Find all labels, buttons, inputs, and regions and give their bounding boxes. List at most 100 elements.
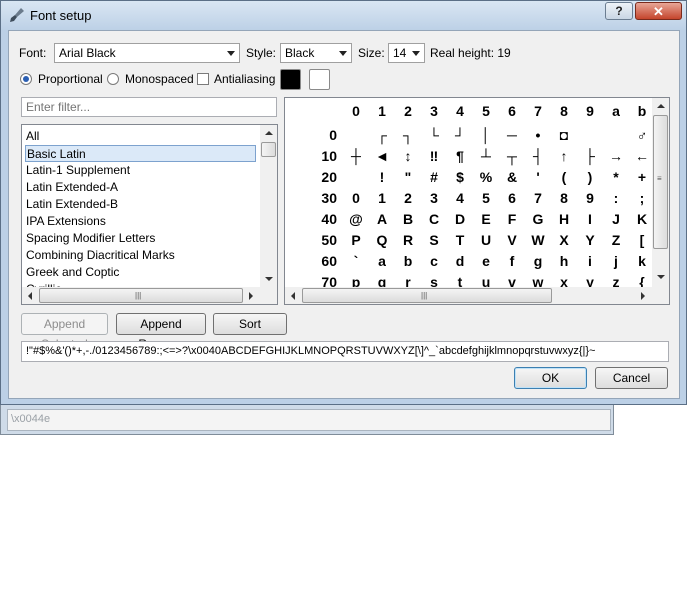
char-cell[interactable]: V xyxy=(500,232,524,252)
antialiasing-label[interactable]: Antialiasing xyxy=(214,72,275,86)
scroll-down-icon[interactable] xyxy=(265,277,273,281)
char-cell[interactable]: H xyxy=(552,211,576,231)
block-list-item[interactable]: Latin Extended-A xyxy=(25,179,256,196)
char-cell[interactable]: Z xyxy=(604,232,628,252)
char-cell[interactable]: @ xyxy=(344,211,368,231)
characters-field[interactable]: !"#$%&'()*+,-./0123456789:;<=>?\x0040ABC… xyxy=(21,341,669,362)
char-cell[interactable]: $ xyxy=(448,169,472,189)
proportional-radio[interactable] xyxy=(20,73,32,85)
char-cell[interactable]: ♂ xyxy=(630,127,654,147)
char-cell[interactable]: 8 xyxy=(552,190,576,210)
char-cell[interactable]: A xyxy=(370,211,394,231)
char-cell[interactable]: ↑ xyxy=(552,148,576,168)
char-cell[interactable] xyxy=(578,127,602,147)
block-list-item[interactable]: Combining Diacritical Marks xyxy=(25,247,256,264)
char-cell[interactable]: ┼ xyxy=(344,148,368,168)
char-cell[interactable]: │ xyxy=(474,127,498,147)
block-list-item[interactable]: Greek and Coptic xyxy=(25,264,256,281)
char-cell[interactable]: • xyxy=(526,127,550,147)
list-vertical-scrollbar[interactable] xyxy=(260,125,277,304)
char-cell[interactable]: ├ xyxy=(578,148,602,168)
scroll-up-icon[interactable] xyxy=(265,131,273,135)
char-cell[interactable]: 7 xyxy=(526,190,550,210)
grid-vertical-scrollbar[interactable]: ≡ xyxy=(652,98,669,287)
help-button[interactable]: ? xyxy=(605,2,633,20)
block-list-item[interactable]: Latin-1 Supplement xyxy=(25,162,256,179)
char-cell[interactable]: h xyxy=(552,253,576,273)
list-horizontal-scrollbar[interactable]: ||| xyxy=(22,287,260,304)
char-cell[interactable]: ↕ xyxy=(396,148,420,168)
monospaced-label[interactable]: Monospaced xyxy=(125,72,194,86)
char-cell[interactable]: ' xyxy=(526,169,550,189)
char-cell[interactable]: Y xyxy=(578,232,602,252)
char-cell[interactable]: j xyxy=(604,253,628,273)
monospaced-radio[interactable] xyxy=(107,73,119,85)
cancel-button[interactable]: Cancel xyxy=(595,367,668,389)
char-cell[interactable]: ) xyxy=(578,169,602,189)
scroll-up-icon[interactable] xyxy=(657,104,665,108)
char-cell[interactable]: 2 xyxy=(396,190,420,210)
char-cell[interactable]: i xyxy=(578,253,602,273)
foreground-color-swatch[interactable] xyxy=(280,69,301,90)
char-cell[interactable]: ┐ xyxy=(396,127,420,147)
char-cell[interactable]: b xyxy=(396,253,420,273)
block-list-item[interactable]: Basic Latin xyxy=(25,145,256,162)
block-list-item[interactable]: IPA Extensions xyxy=(25,213,256,230)
char-cell[interactable]: G xyxy=(526,211,550,231)
char-cell[interactable]: 5 xyxy=(474,190,498,210)
char-cell[interactable]: R xyxy=(396,232,420,252)
filter-input[interactable] xyxy=(21,97,277,117)
char-cell[interactable]: ┤ xyxy=(526,148,550,168)
char-cell[interactable] xyxy=(344,169,368,189)
font-combo[interactable]: Arial Black xyxy=(54,43,240,63)
char-cell[interactable]: ◘ xyxy=(552,127,576,147)
ok-button[interactable]: OK xyxy=(514,367,587,389)
char-cell[interactable]: + xyxy=(630,169,654,189)
char-cell[interactable]: f xyxy=(500,253,524,273)
char-cell[interactable]: d xyxy=(448,253,472,273)
char-cell[interactable]: ‼ xyxy=(422,148,446,168)
proportional-label[interactable]: Proportional xyxy=(38,72,103,86)
char-cell[interactable] xyxy=(344,127,368,147)
list-hscroll-thumb[interactable]: ||| xyxy=(39,288,243,303)
scroll-right-icon[interactable] xyxy=(641,292,645,300)
scroll-down-icon[interactable] xyxy=(657,275,665,279)
char-cell[interactable]: : xyxy=(604,190,628,210)
grid-hscroll-thumb[interactable]: ||| xyxy=(302,288,552,303)
character-grid[interactable]: 0 1 2 3 4 5 6 7 8 9 a b 0 ┌ ┐ └ ┘ │ ─ • ◘ ♂ 10 ┼ ◄ ↕ ‼ ¶ ┴ ┬ ┤ ↑ ├ → ← 20! "… xyxy=(284,97,670,305)
scroll-left-icon[interactable] xyxy=(28,292,32,300)
char-cell[interactable]: ─ xyxy=(500,127,524,147)
char-cell[interactable]: S xyxy=(422,232,446,252)
char-cell[interactable]: → xyxy=(604,148,628,168)
char-cell[interactable]: * xyxy=(604,169,628,189)
char-cell[interactable]: X xyxy=(552,232,576,252)
char-cell[interactable]: " xyxy=(396,169,420,189)
scroll-left-icon[interactable] xyxy=(291,292,295,300)
close-button[interactable]: ✕ xyxy=(635,2,682,20)
char-cell[interactable]: 9 xyxy=(578,190,602,210)
char-cell[interactable]: & xyxy=(500,169,524,189)
char-cell[interactable]: % xyxy=(474,169,498,189)
char-cell[interactable]: 1 xyxy=(370,190,394,210)
char-cell[interactable]: C xyxy=(422,211,446,231)
char-cell[interactable]: F xyxy=(500,211,524,231)
char-cell[interactable]: ┘ xyxy=(448,127,472,147)
block-list-item[interactable]: Spacing Modifier Letters xyxy=(25,230,256,247)
char-cell[interactable]: # xyxy=(422,169,446,189)
char-cell[interactable]: B xyxy=(396,211,420,231)
char-cell[interactable]: 3 xyxy=(422,190,446,210)
append-selected-button[interactable]: Append Selected xyxy=(21,313,108,351)
char-cell[interactable]: └ xyxy=(422,127,446,147)
char-cell[interactable] xyxy=(604,127,628,147)
char-cell[interactable]: U xyxy=(474,232,498,252)
char-cell[interactable]: 6 xyxy=(500,190,524,210)
char-cell[interactable]: k xyxy=(630,253,654,273)
char-cell[interactable]: c xyxy=(422,253,446,273)
list-scroll-thumb[interactable] xyxy=(261,142,276,157)
block-list-item[interactable]: Latin Extended-B xyxy=(25,196,256,213)
sort-button[interactable]: Sort xyxy=(213,313,287,335)
style-combo[interactable]: Black xyxy=(280,43,352,63)
char-cell[interactable]: ┌ xyxy=(370,127,394,147)
grid-horizontal-scrollbar[interactable]: ||| xyxy=(285,287,652,304)
grid-scroll-thumb[interactable]: ≡ xyxy=(653,115,668,249)
